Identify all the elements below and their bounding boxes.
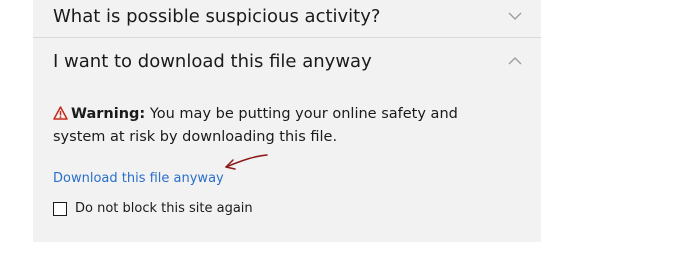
annotation-arrow-icon [225, 154, 268, 170]
warning-label: Warning: [71, 106, 146, 122]
accordion-header-download-anyway[interactable]: I want to download this file anyway [53, 46, 523, 76]
download-warning-panel: What is possible suspicious activity? I … [33, 0, 541, 242]
chevron-up-icon[interactable] [507, 53, 523, 69]
warning-triangle-icon [53, 105, 68, 120]
warning-message: Warning: You may be putting your online … [53, 103, 503, 149]
accordion-title: What is possible suspicious activity? [53, 5, 381, 27]
accordion-divider [33, 37, 541, 38]
download-anyway-link[interactable]: Download this file anyway [53, 171, 224, 186]
chevron-down-icon[interactable] [507, 8, 523, 24]
do-not-block-checkbox[interactable] [53, 201, 67, 216]
do-not-block-option: Do not block this site again [53, 201, 253, 216]
checkbox-label[interactable]: Do not block this site again [75, 201, 253, 216]
accordion-title: I want to download this file anyway [53, 50, 372, 72]
accordion-header-suspicious-activity[interactable]: What is possible suspicious activity? [53, 2, 523, 30]
